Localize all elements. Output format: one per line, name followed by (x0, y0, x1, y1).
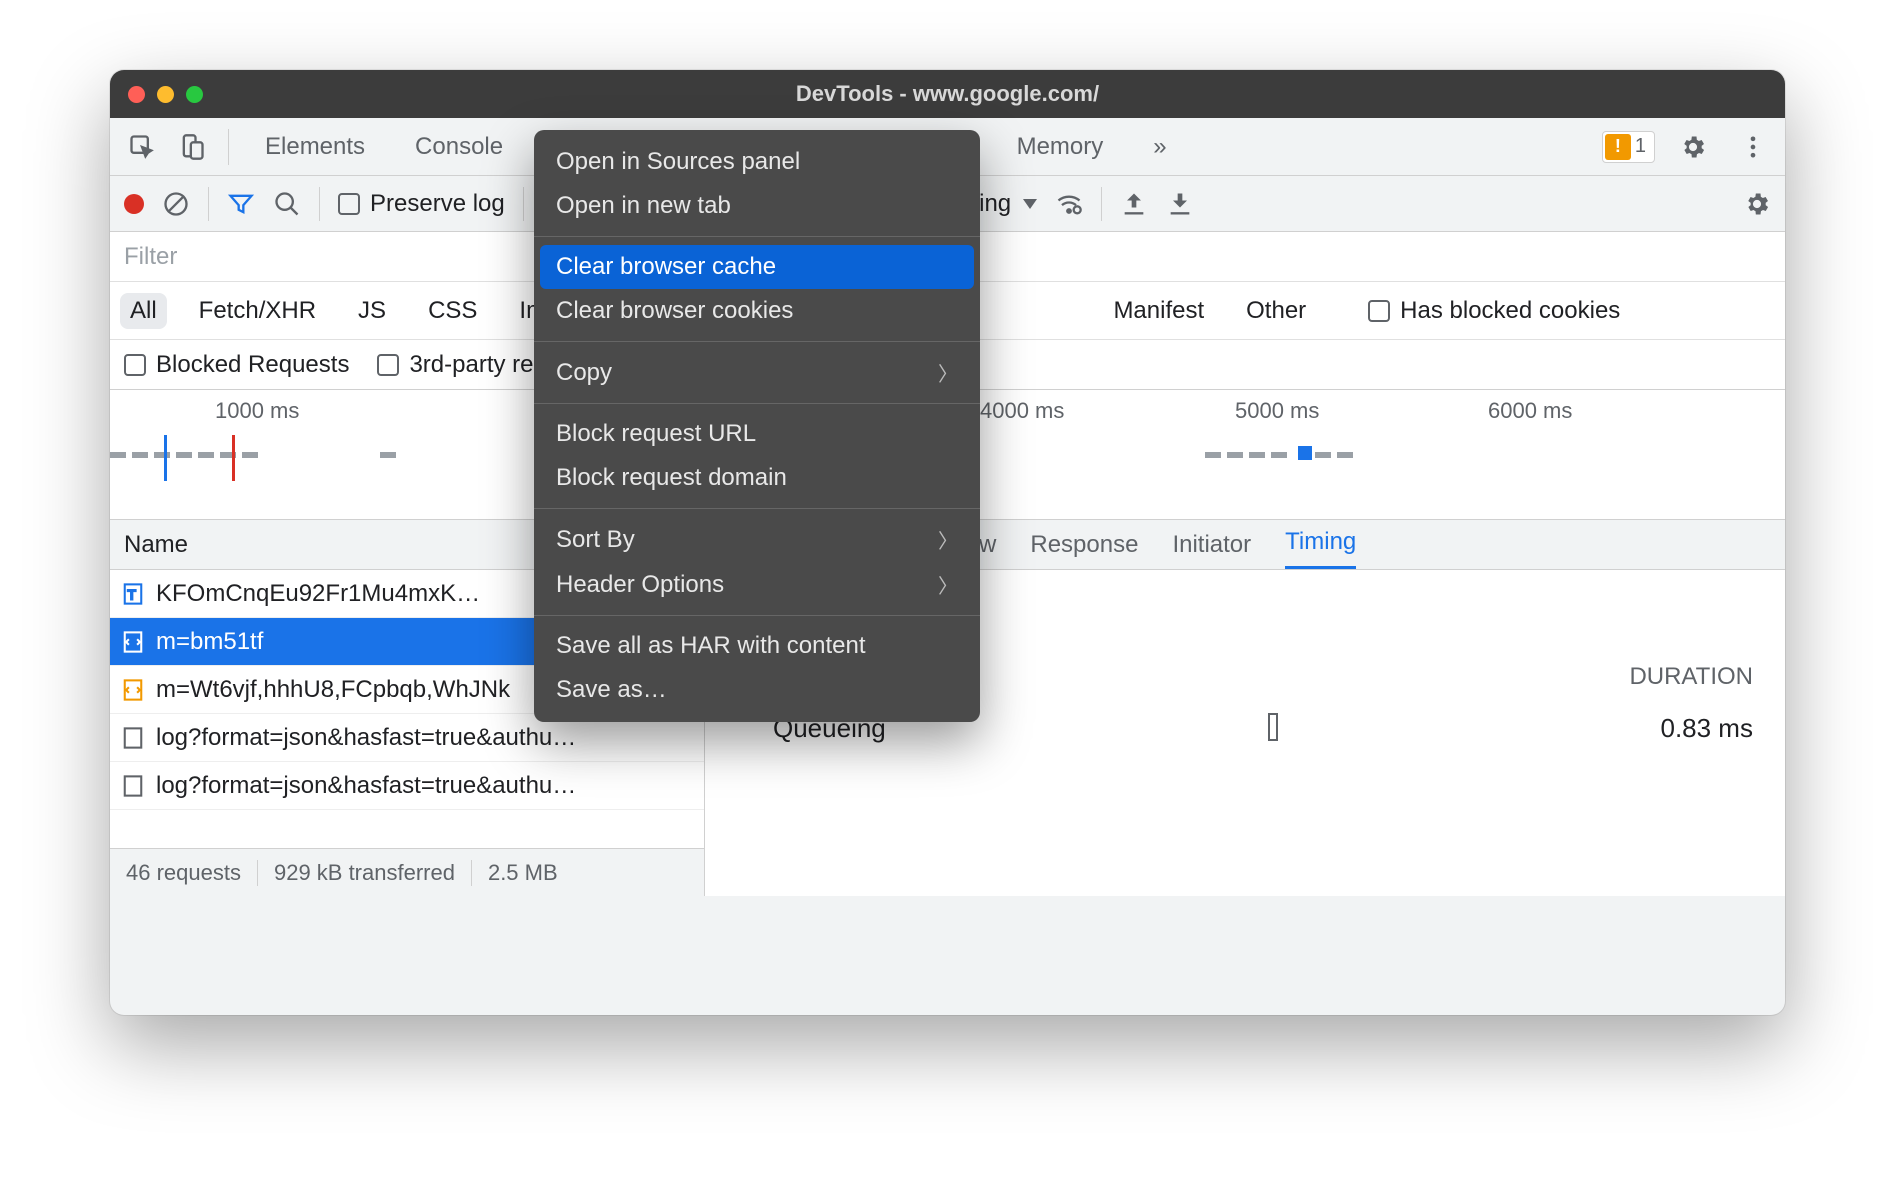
titlebar: DevTools - www.google.com/ (110, 70, 1785, 118)
type-other[interactable]: Other (1236, 293, 1316, 329)
window-title: DevTools - www.google.com/ (110, 81, 1785, 107)
script-file-icon (122, 631, 144, 653)
chevron-right-icon: 〉 (938, 358, 958, 387)
request-row[interactable]: log?format=json&hasfast=true&authu… (110, 762, 704, 810)
inspect-icon[interactable] (120, 127, 164, 167)
issues-count: 1 (1635, 135, 1646, 158)
tab-initiator[interactable]: Initiator (1172, 531, 1251, 569)
menu-copy[interactable]: Copy〉 (534, 350, 980, 395)
tab-console[interactable]: Console (393, 118, 525, 175)
network-conditions-icon[interactable] (1055, 190, 1083, 218)
timeline-label: 1000 ms (215, 398, 299, 424)
status-resources: 2.5 MB (472, 860, 574, 886)
script-file-icon (122, 679, 144, 701)
status-requests: 46 requests (110, 860, 258, 886)
menu-block-domain[interactable]: Block request domain (534, 456, 980, 500)
dom-content-loaded-marker (164, 435, 167, 481)
menu-sort-by[interactable]: Sort By〉 (534, 517, 980, 562)
menu-save-as[interactable]: Save as… (534, 668, 980, 712)
type-css[interactable]: CSS (418, 293, 487, 329)
settings-icon[interactable] (1671, 125, 1715, 169)
tab-timing[interactable]: Timing (1285, 528, 1356, 569)
preserve-log-label: Preserve log (370, 190, 505, 218)
request-name: log?format=json&hasfast=true&authu… (156, 772, 576, 800)
timeline-label: 4000 ms (980, 398, 1064, 424)
tab-elements[interactable]: Elements (243, 118, 387, 175)
more-menu-icon[interactable] (1731, 125, 1775, 169)
status-bar: 46 requests 929 kB transferred 2.5 MB (110, 848, 704, 896)
status-transferred: 929 kB transferred (258, 860, 472, 886)
network-settings-icon[interactable] (1743, 190, 1771, 218)
menu-save-har[interactable]: Save all as HAR with content (534, 624, 980, 668)
upload-icon[interactable] (1120, 190, 1148, 218)
request-name: m=Wt6vjf,hhhU8,FCpbqb,WhJNk (156, 676, 510, 704)
checkbox-icon (124, 354, 146, 376)
has-blocked-cookies-checkbox[interactable]: Has blocked cookies (1368, 297, 1620, 325)
blocked-requests-checkbox[interactable]: Blocked Requests (124, 351, 349, 379)
tab-memory[interactable]: Memory (995, 118, 1126, 175)
request-name: KFOmCnqEu92Fr1Mu4mxK… (156, 580, 480, 608)
menu-open-sources[interactable]: Open in Sources panel (534, 140, 980, 184)
queueing-value: 0.83 ms (1660, 713, 1753, 744)
timeline-label: 5000 ms (1235, 398, 1319, 424)
type-manifest[interactable]: Manifest (1103, 293, 1214, 329)
filter-input[interactable]: Filter (124, 243, 177, 271)
type-all[interactable]: All (120, 293, 167, 329)
warning-icon: ! (1605, 134, 1631, 160)
download-icon[interactable] (1166, 190, 1194, 218)
type-fetch-xhr[interactable]: Fetch/XHR (189, 293, 326, 329)
record-icon[interactable] (124, 194, 144, 214)
request-name: log?format=json&hasfast=true&authu… (156, 724, 576, 752)
checkbox-icon (1368, 300, 1390, 322)
menu-block-url[interactable]: Block request URL (534, 412, 980, 456)
menu-clear-cookies[interactable]: Clear browser cookies (534, 289, 980, 333)
request-name: m=bm51tf (156, 628, 263, 656)
svg-text:T: T (128, 587, 137, 602)
selected-request-marker (1298, 446, 1312, 460)
chevron-down-icon (1023, 199, 1037, 209)
search-icon[interactable] (273, 190, 301, 218)
clear-icon[interactable] (162, 190, 190, 218)
load-marker (232, 435, 235, 481)
device-toggle-icon[interactable] (170, 127, 214, 167)
menu-clear-cache[interactable]: Clear browser cache (540, 245, 974, 289)
queueing-bar-icon (1268, 713, 1278, 741)
tab-response[interactable]: Response (1030, 531, 1138, 569)
filter-icon[interactable] (227, 190, 255, 218)
issues-badge[interactable]: ! 1 (1602, 131, 1655, 163)
document-icon (122, 727, 144, 749)
context-menu: Open in Sources panel Open in new tab Cl… (534, 130, 980, 722)
duration-header: DURATION (1629, 663, 1753, 691)
devtools-window: DevTools - www.google.com/ Elements Cons… (110, 70, 1785, 1015)
checkbox-icon (338, 193, 360, 215)
chevron-right-icon: 〉 (938, 570, 958, 599)
preserve-log-checkbox[interactable]: Preserve log (338, 190, 505, 218)
document-icon (122, 775, 144, 797)
has-blocked-cookies-label: Has blocked cookies (1400, 297, 1620, 325)
chevron-right-icon: 〉 (938, 525, 958, 554)
tab-more-panels[interactable]: » (1131, 118, 1188, 175)
menu-header-options[interactable]: Header Options〉 (534, 562, 980, 607)
checkbox-icon (377, 354, 399, 376)
type-js[interactable]: JS (348, 293, 396, 329)
font-file-icon: T (122, 583, 144, 605)
blocked-requests-label: Blocked Requests (156, 351, 349, 379)
timeline-label: 6000 ms (1488, 398, 1572, 424)
menu-open-new-tab[interactable]: Open in new tab (534, 184, 980, 228)
